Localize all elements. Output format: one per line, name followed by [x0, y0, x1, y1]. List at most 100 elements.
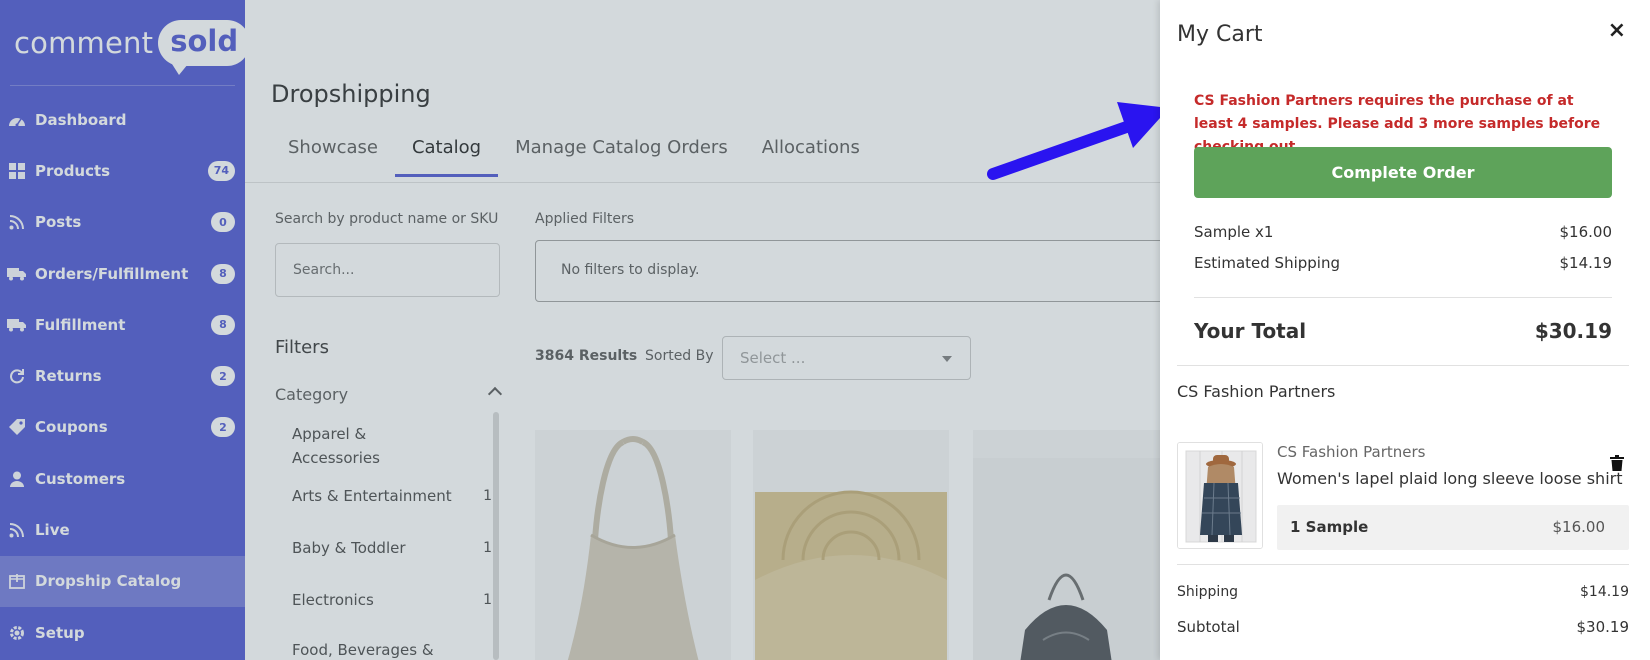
nav-count-badge: 2 [211, 366, 235, 387]
cart-item-thumbnail[interactable] [1177, 442, 1263, 549]
tab-bar: Showcase Catalog Manage Catalog Orders A… [271, 133, 877, 177]
category-item[interactable]: Baby & Toddler 1 [292, 524, 492, 576]
category-list: Apparel & Accessories Arts & Entertainme… [292, 420, 492, 660]
category-item[interactable]: Electronics 1 [292, 576, 492, 628]
sidebar-item-label: Setup [35, 623, 85, 642]
sidebar-item-label: Orders/Fulfillment [35, 264, 189, 283]
product-card[interactable] [973, 430, 1160, 660]
nav-count-badge: 74 [207, 160, 235, 181]
annotation-arrow [987, 102, 1169, 180]
summary-sample-label: Sample x1 [1194, 223, 1274, 241]
category-count: 1 [483, 488, 492, 504]
commentsold-logo[interactable]: comment sold [14, 20, 251, 75]
gear-icon [6, 624, 28, 642]
tab-showcase[interactable]: Showcase [271, 133, 395, 176]
sidebar-item-setup[interactable]: Setup [0, 607, 245, 658]
refresh-icon [6, 367, 28, 385]
sidebar-item-posts[interactable]: Posts 0 [0, 197, 245, 248]
nav-count-badge: 0 [211, 212, 235, 233]
grid-icon [6, 162, 28, 180]
nav-count-badge: 8 [211, 263, 235, 284]
footer-subtotal-row: Subtotal $30.19 [1177, 618, 1629, 636]
sidebar-item-label: Posts [35, 213, 82, 232]
divider [1177, 564, 1629, 565]
cart-item-vendor: CS Fashion Partners [1277, 443, 1426, 461]
sample-quantity-label: 1 Sample [1290, 518, 1369, 536]
sidebar-item-fulfillment[interactable]: Fulfillment 8 [0, 299, 245, 350]
sidebar-item-label: Customers [35, 469, 126, 488]
chevron-up-icon [487, 386, 503, 402]
sidebar-item-coupons[interactable]: Coupons 2 [0, 402, 245, 453]
search-label: Search by product name or SKU [275, 211, 499, 227]
nav-count-badge: 8 [211, 314, 235, 335]
sidebar-item-customers[interactable]: Customers [0, 453, 245, 504]
box-icon [6, 572, 28, 590]
sidebar-item-label: Dropship Catalog [35, 572, 182, 591]
category-count: 1 [483, 592, 492, 608]
filters-title: Filters [275, 337, 329, 358]
sidebar-item-label: Products [35, 161, 111, 180]
page-title: Dropshipping [271, 80, 431, 108]
sidebar-nav: Dashboard Products 74 Posts 0 Orders/Ful… [0, 94, 245, 658]
footer-subtotal-label: Subtotal [1177, 618, 1240, 636]
product-image-bucket-bag [973, 430, 1160, 660]
divider [1194, 297, 1612, 298]
summary-shipping-row: Estimated Shipping $14.19 [1194, 254, 1612, 272]
no-filters-text: No filters to display. [561, 262, 700, 278]
summary-sample-row: Sample x1 $16.00 [1194, 223, 1612, 241]
tab-manage-catalog-orders[interactable]: Manage Catalog Orders [498, 133, 745, 176]
complete-order-button[interactable]: Complete Order [1194, 147, 1612, 198]
search-input[interactable] [275, 243, 500, 297]
truck-icon [6, 316, 28, 334]
category-scrollbar[interactable] [493, 412, 499, 660]
product-card[interactable] [753, 430, 949, 660]
sidebar-item-label: Dashboard [35, 110, 127, 129]
sidebar-divider [10, 85, 235, 86]
footer-shipping-value: $14.19 [1580, 584, 1629, 600]
category-item[interactable]: Arts & Entertainment 1 [292, 472, 492, 524]
sidebar-item-dashboard[interactable]: Dashboard [0, 94, 245, 145]
sidebar-item-dropship-catalog[interactable]: Dropship Catalog [0, 555, 245, 607]
category-item[interactable]: Apparel & Accessories [292, 420, 442, 472]
cart-item-name: Women's lapel plaid long sleeve loose sh… [1277, 469, 1623, 488]
product-image-plaid-shirt [1178, 443, 1262, 548]
sidebar-item-label: Returns [35, 367, 102, 386]
product-image-straw-clutch [753, 430, 949, 660]
sidebar-item-returns[interactable]: Returns 2 [0, 350, 245, 401]
applied-filters-label: Applied Filters [535, 211, 635, 227]
total-row: Your Total $30.19 [1194, 319, 1612, 343]
sidebar: comment sold Dashboard Products 74 Posts… [0, 0, 251, 660]
sidebar-item-live[interactable]: Live [0, 504, 245, 555]
category-name: Electronics [292, 591, 374, 609]
truck-icon [6, 265, 28, 283]
summary-sample-value: $16.00 [1559, 223, 1613, 241]
category-label: Category [275, 385, 349, 404]
sample-price: $16.00 [1552, 518, 1606, 536]
trash-icon[interactable] [1610, 455, 1624, 471]
product-card[interactable] [535, 430, 731, 660]
sidebar-item-products[interactable]: Products 74 [0, 145, 245, 196]
category-toggle[interactable]: Category [275, 385, 503, 404]
main-content: Dropshipping Showcase Catalog Manage Cat… [245, 0, 1175, 660]
close-icon[interactable]: × [1608, 18, 1626, 43]
caret-down-icon [942, 356, 952, 362]
tab-allocations[interactable]: Allocations [745, 133, 877, 176]
category-item[interactable]: Food, Beverages & [292, 628, 492, 660]
tag-icon [6, 418, 28, 436]
sample-quantity-row: 1 Sample $16.00 [1277, 505, 1629, 550]
footer-shipping-label: Shipping [1177, 584, 1239, 600]
logo-sold-bubble: sold [158, 20, 251, 75]
sidebar-item-orders-fulfillment[interactable]: Orders/Fulfillment 8 [0, 248, 245, 299]
summary-shipping-value: $14.19 [1559, 254, 1613, 272]
divider [1177, 365, 1629, 366]
summary-shipping-label: Estimated Shipping [1194, 254, 1340, 272]
sort-select[interactable]: Select ... [722, 336, 971, 380]
sidebar-item-label: Live [35, 521, 70, 540]
category-name: Food, Beverages & [292, 641, 434, 659]
results-count: 3864 Results [535, 348, 638, 364]
cart-drawer: My Cart × CS Fashion Partners requires t… [1160, 0, 1650, 660]
tab-catalog[interactable]: Catalog [394, 133, 499, 177]
rss-icon [6, 521, 28, 539]
product-image-tote-bag [535, 430, 731, 660]
applied-filters-box: No filters to display. [535, 240, 1175, 302]
